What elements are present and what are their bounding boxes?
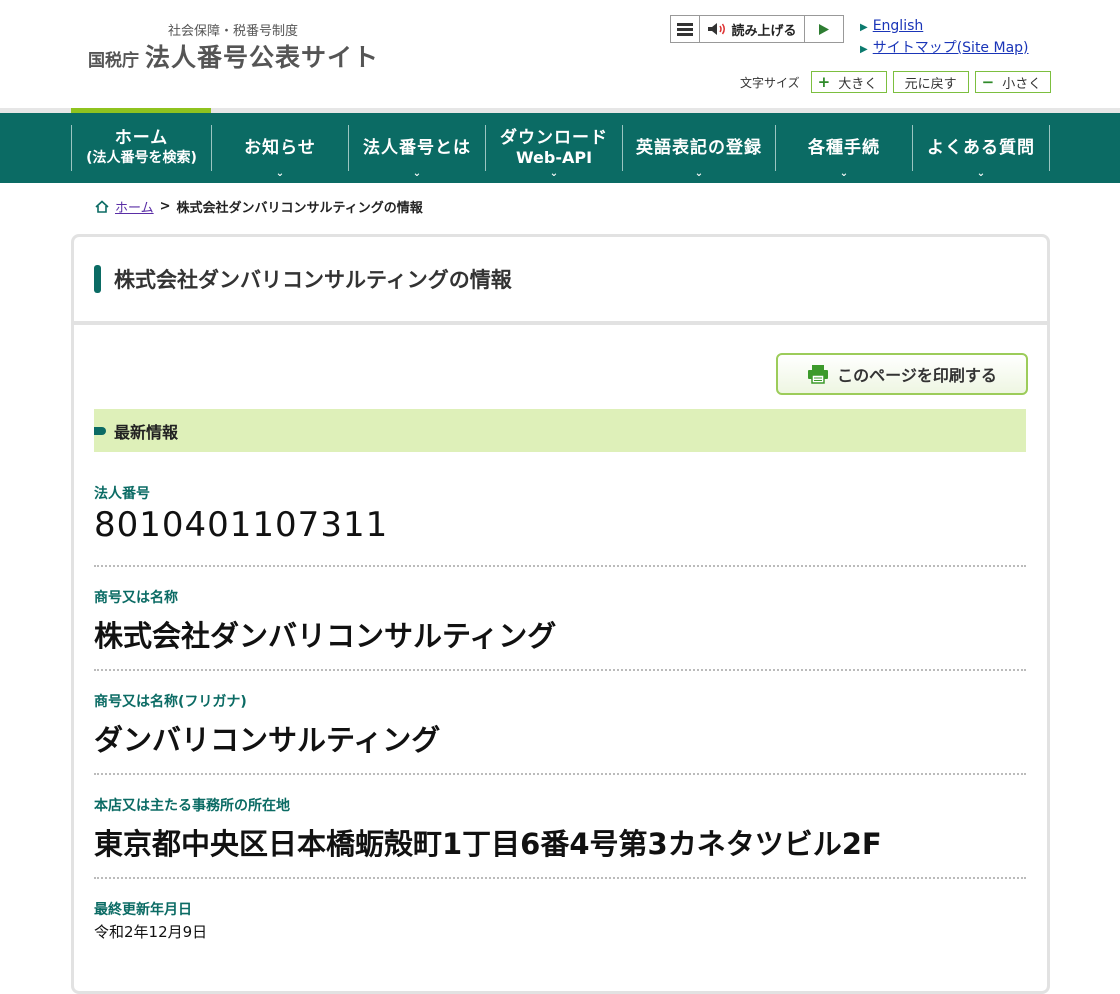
field-trade-name-kana: 商号又は名称(フリガナ) ダンバリコンサルティング	[94, 691, 1026, 775]
font-larger-button[interactable]: + 大きく	[810, 71, 887, 93]
logo-site-title: 法人番号公表サイト	[145, 43, 380, 72]
field-label: 商号又は名称(フリガナ)	[94, 694, 247, 710]
nav-download[interactable]: ダウンロード Web-API ⌄	[485, 125, 622, 179]
field-value: 東京都中央区日本橋蛎殻町1丁目6番4号第3カネタツビル2F	[94, 827, 882, 861]
print-label: このページを印刷する	[837, 366, 997, 385]
font-size-label: 文字サイズ	[740, 75, 800, 90]
home-icon	[95, 200, 109, 213]
nav-news[interactable]: お知らせ ⌄	[211, 125, 348, 179]
font-smaller-button[interactable]: − 小さく	[974, 71, 1051, 93]
section-title: 最新情報	[114, 422, 179, 442]
nav-faq[interactable]: よくある質問 ⌄	[912, 125, 1050, 179]
field-label: 最終更新年月日	[94, 902, 192, 918]
read-aloud-button[interactable]: 読み上げる	[700, 16, 805, 42]
field-value: 株式会社ダンバリコンサルティング	[94, 619, 557, 653]
nav-about[interactable]: 法人番号とは ⌄	[348, 125, 485, 179]
chevron-down-icon: ⌄	[412, 168, 422, 179]
nav-english-registration[interactable]: 英語表記の登録 ⌄	[622, 125, 775, 179]
english-link[interactable]: English	[873, 18, 924, 34]
printer-icon	[808, 365, 829, 384]
font-size-controls: 文字サイズ + 大きく 元に戻す − 小さく	[740, 71, 1051, 93]
breadcrumb-separator: >	[159, 199, 171, 214]
breadcrumb-current: 株式会社ダンバリコンサルティングの情報	[176, 201, 423, 216]
page-title: 株式会社ダンバリコンサルティングの情報	[114, 268, 512, 292]
print-button[interactable]: このページを印刷する	[776, 353, 1028, 395]
field-trade-name: 商号又は名称 株式会社ダンバリコンサルティング	[94, 587, 1026, 671]
read-aloud-bar: 読み上げる	[670, 15, 844, 43]
nav-home[interactable]: ホーム (法人番号を検索)	[71, 125, 211, 171]
arrow-right-icon: ▶	[860, 44, 868, 55]
breadcrumb-home-link[interactable]: ホーム	[115, 197, 154, 216]
font-reset-button[interactable]: 元に戻す	[892, 71, 969, 93]
chevron-down-icon: ⌄	[694, 168, 704, 179]
field-label: 本店又は主たる事務所の所在地	[94, 798, 290, 814]
speaker-icon	[708, 23, 726, 35]
section-header: 最新情報	[94, 409, 1026, 452]
title-marker	[94, 265, 101, 293]
play-button[interactable]	[805, 16, 843, 42]
chevron-down-icon: ⌄	[976, 168, 986, 179]
nav-procedures[interactable]: 各種手続 ⌄	[775, 125, 912, 179]
play-icon	[819, 23, 829, 35]
global-nav: ホーム (法人番号を検索) お知らせ ⌄ 法人番号とは ⌄ ダウンロード Web…	[0, 113, 1120, 183]
field-label: 法人番号	[94, 486, 150, 502]
field-value: 令和2年12月9日	[94, 923, 208, 941]
chevron-down-icon: ⌄	[839, 168, 849, 179]
plus-icon: +	[817, 73, 831, 91]
field-corporate-number: 法人番号 8010401107311	[94, 483, 1026, 567]
field-address: 本店又は主たる事務所の所在地 東京都中央区日本橋蛎殻町1丁目6番4号第3カネタツ…	[94, 795, 1026, 879]
sitemap-link[interactable]: サイトマップ(Site Map)	[873, 40, 1029, 56]
logo-agency: 国税庁	[88, 51, 139, 71]
chevron-down-icon: ⌄	[549, 168, 559, 179]
field-value: ダンバリコンサルティング	[94, 723, 441, 757]
read-aloud-label: 読み上げる	[731, 23, 797, 39]
breadcrumb: ホーム > 株式会社ダンバリコンサルティングの情報	[95, 197, 423, 216]
site-header: 社会保障・税番号制度 国税庁 法人番号公表サイト 読み上げる ▶ English ▶…	[0, 0, 1120, 108]
top-links: ▶ English ▶ サイトマップ(Site Map)	[860, 16, 1029, 60]
panel-header: 株式会社ダンバリコンサルティングの情報	[74, 237, 1047, 325]
read-aloud-menu-button[interactable]	[671, 16, 700, 42]
field-value: 8010401107311	[94, 505, 389, 545]
arrow-right-icon: ▶	[860, 22, 868, 33]
field-label: 商号又は名称	[94, 590, 178, 606]
minus-icon: −	[981, 73, 995, 91]
section-marker	[94, 427, 106, 435]
field-last-updated: 最終更新年月日 令和2年12月9日	[94, 899, 1026, 959]
corporate-info-panel: 株式会社ダンバリコンサルティングの情報 このページを印刷する 最新情報 法人番号…	[71, 234, 1050, 994]
logo-subtitle: 社会保障・税番号制度	[168, 24, 299, 39]
chevron-down-icon: ⌄	[275, 168, 285, 179]
hamburger-icon	[677, 22, 693, 36]
